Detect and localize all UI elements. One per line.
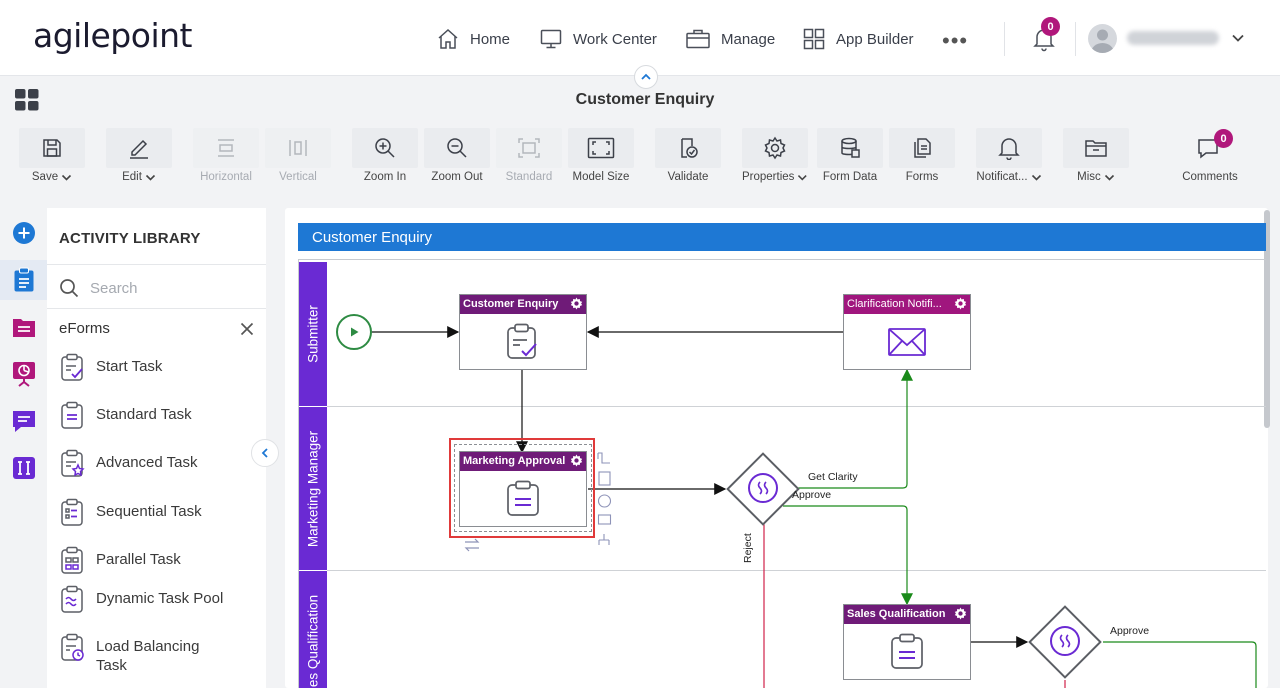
flow-label-approve-2[interactable]: Approve <box>1110 625 1149 637</box>
envelope-icon <box>888 328 926 356</box>
start-event[interactable] <box>336 314 372 350</box>
standard-task-icon <box>507 480 539 516</box>
swap-icon[interactable] <box>463 538 481 552</box>
standard-task-icon <box>891 633 923 669</box>
flow-label-approve[interactable]: Approve <box>792 489 831 501</box>
task-marketing-approval[interactable]: Marketing Approval <box>459 451 587 527</box>
task-title: Clarification Notifi... <box>847 298 942 310</box>
task-sales-qualification[interactable]: Sales Qualification <box>843 604 971 680</box>
subprocess-icon[interactable] <box>598 534 610 545</box>
quick-action-icons[interactable] <box>596 450 614 552</box>
gear-icon[interactable] <box>954 297 967 310</box>
gateway-rule-icon <box>748 473 778 503</box>
play-icon <box>351 327 359 337</box>
task-customer-enquiry[interactable]: Customer Enquiry <box>459 294 587 370</box>
gear-icon[interactable] <box>954 607 967 620</box>
task-clarification-notification[interactable]: Clarification Notifi... <box>843 294 971 370</box>
wave-icon <box>1059 634 1071 648</box>
task-title: Customer Enquiry <box>463 298 559 310</box>
mail-icon[interactable] <box>597 514 612 525</box>
flow-label-reject[interactable]: Reject <box>742 533 754 563</box>
task-title: Marketing Approval <box>463 455 566 467</box>
task-title: Sales Qualification <box>847 608 946 620</box>
start-task-icon <box>507 323 537 359</box>
wave-icon <box>757 481 769 495</box>
gear-icon[interactable] <box>570 297 583 310</box>
flow-label-get-clarity[interactable]: Get Clarity <box>808 471 858 483</box>
flow-approve-2[interactable] <box>1103 641 1257 688</box>
form-icon[interactable] <box>598 471 611 486</box>
gear-icon[interactable] <box>570 454 583 467</box>
gateway-rule-icon <box>1050 626 1080 656</box>
connector-icon[interactable] <box>597 452 610 464</box>
gateway-icon[interactable] <box>597 494 612 508</box>
flow-approve-to-sales[interactable] <box>783 505 913 606</box>
flow-connectors <box>372 326 1257 688</box>
